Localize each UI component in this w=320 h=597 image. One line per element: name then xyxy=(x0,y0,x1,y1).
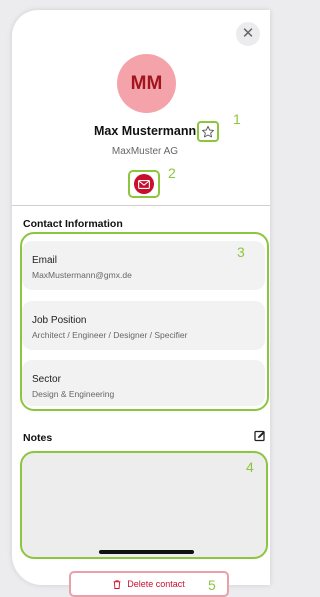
company-name: MaxMuster AG xyxy=(111,146,179,157)
annotation-5: 5 xyxy=(208,577,216,593)
avatar: MM xyxy=(117,54,176,113)
delete-contact-button[interactable]: Delete contact xyxy=(69,571,229,597)
annotation-4: 4 xyxy=(246,459,254,475)
divider xyxy=(12,205,270,206)
annotation-3: 3 xyxy=(237,244,245,260)
favorite-button[interactable] xyxy=(197,121,219,142)
star-icon xyxy=(201,125,215,137)
home-indicator xyxy=(99,550,194,554)
send-email-button[interactable] xyxy=(134,174,154,194)
delete-label: Delete contact xyxy=(127,579,185,589)
edit-icon[interactable] xyxy=(254,430,266,442)
close-icon: ✕ xyxy=(241,25,255,42)
avatar-initials: MM xyxy=(130,72,163,94)
notes-field[interactable] xyxy=(20,451,268,559)
notes-title: Notes xyxy=(23,432,53,444)
trash-icon xyxy=(113,579,121,589)
contact-info-annotation-outline xyxy=(20,232,269,411)
annotation-2: 2 xyxy=(168,165,176,181)
annotation-1: 1 xyxy=(233,111,241,127)
email-action-outline xyxy=(128,170,160,198)
envelope-icon xyxy=(138,179,150,189)
contact-info-title: Contact Information xyxy=(23,218,123,230)
close-button[interactable]: ✕ xyxy=(236,22,260,46)
contact-name: Max Mustermann xyxy=(94,124,197,138)
